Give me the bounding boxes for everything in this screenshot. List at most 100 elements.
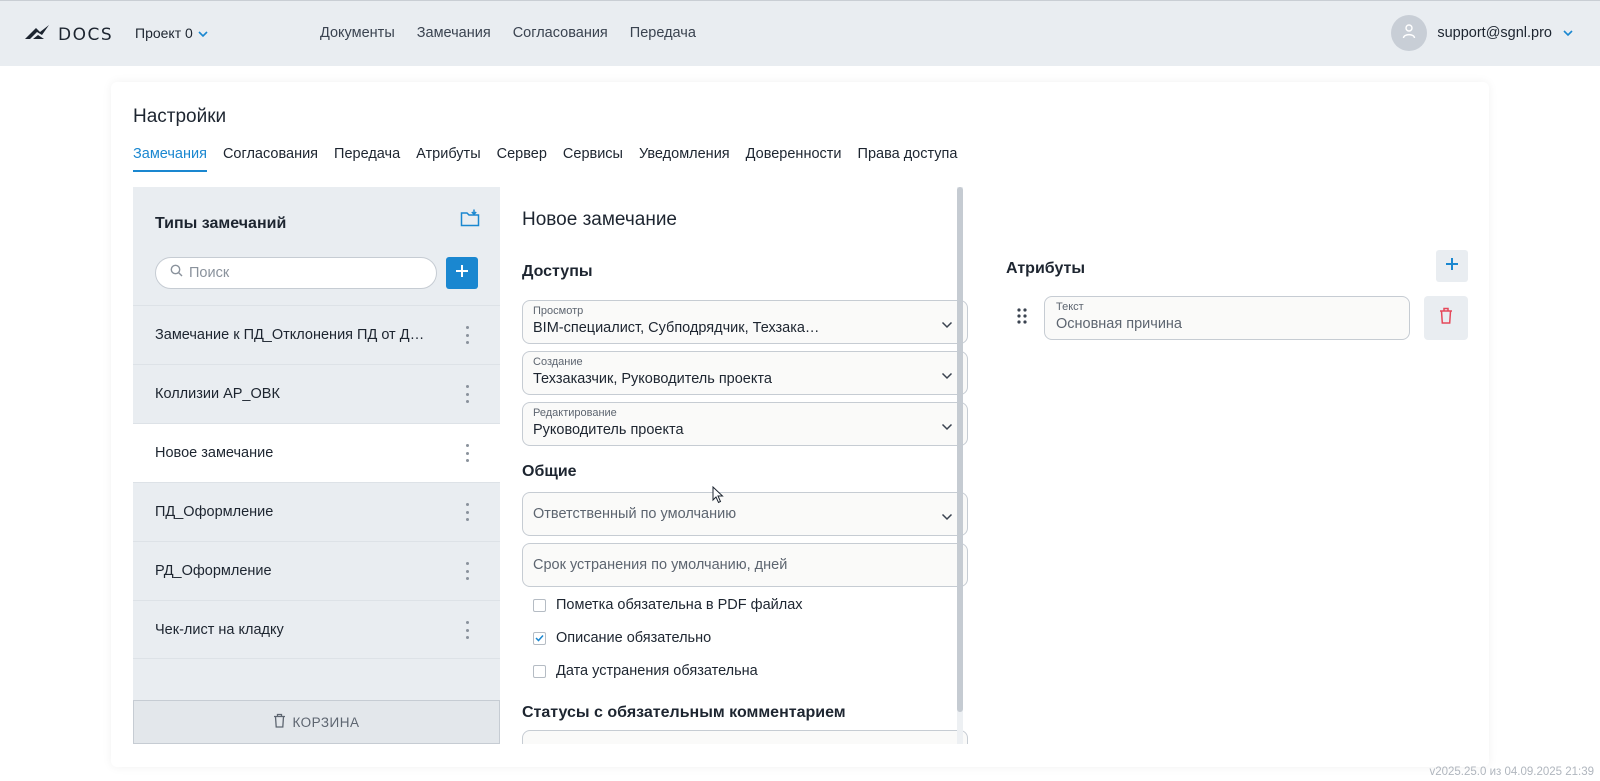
logo-text: DOCS: [58, 24, 114, 45]
nav-remarks[interactable]: Замечания: [417, 25, 491, 41]
project-selector[interactable]: Проект 0: [135, 25, 209, 41]
panel-title: Типы замечаний: [155, 215, 287, 232]
list-item-active[interactable]: Новое замечание: [133, 423, 500, 482]
scrollbar-thumb[interactable]: [957, 187, 963, 712]
field-label: Текст: [1056, 301, 1084, 313]
settings-tabs: Замечания Согласования Передача Атрибуты…: [133, 146, 957, 172]
trash-label: КОРЗИНА: [292, 714, 360, 730]
list-item[interactable]: РД_Оформление: [133, 541, 500, 600]
logo-icon: [24, 23, 50, 46]
field-label: Редактирование: [533, 407, 617, 419]
default-deadline-input[interactable]: Срок устранения по умолчанию, дней: [522, 543, 968, 587]
top-bar: DOCS Проект 0 Документы Замечания Соглас…: [0, 0, 1600, 66]
trash-icon: [273, 713, 286, 731]
trash-button[interactable]: КОРЗИНА: [133, 700, 500, 744]
description-required-checkbox[interactable]: Описание обязательно: [533, 630, 711, 646]
logo[interactable]: DOCS: [24, 23, 113, 46]
field-placeholder: Ответственный по умолчанию: [533, 506, 737, 522]
statuses-select[interactable]: [522, 730, 968, 744]
list-item-label: Чек-лист на кладку: [155, 621, 284, 638]
search-icon: [170, 264, 183, 282]
plus-icon: [1445, 257, 1459, 276]
create-access-select[interactable]: Создание Техзаказчик, Руководитель проек…: [522, 351, 968, 395]
settings-card: Настройки Замечания Согласования Передач…: [111, 82, 1489, 767]
default-responsible-select[interactable]: Ответственный по умолчанию: [522, 492, 968, 536]
import-folder-icon[interactable]: [460, 209, 480, 232]
version-label: v2025.25.0 из 04.09.2025 21:39: [1429, 766, 1594, 778]
field-value: Руководитель проекта: [533, 422, 684, 438]
search-field: [155, 257, 437, 289]
avatar: [1391, 15, 1428, 51]
checkbox-checked[interactable]: [533, 630, 546, 646]
fix-date-required-checkbox[interactable]: Дата устранения обязательна: [533, 663, 758, 679]
nav-approvals[interactable]: Согласования: [513, 25, 608, 41]
tab-server[interactable]: Сервер: [497, 146, 547, 172]
field-label: Создание: [533, 356, 583, 368]
field-value: BIM-специалист, Субподрядчик, Техзаказчи…: [533, 320, 823, 336]
trash-icon: [1439, 307, 1453, 329]
tab-powers-of-attorney[interactable]: Доверенности: [746, 146, 842, 172]
more-icon[interactable]: [464, 621, 470, 639]
more-icon[interactable]: [464, 562, 470, 580]
pdf-mark-required-checkbox[interactable]: Пометка обязательна в PDF файлах: [533, 597, 803, 613]
more-icon[interactable]: [464, 385, 470, 403]
page-title: Настройки: [133, 106, 227, 127]
nav-documents[interactable]: Документы: [320, 25, 395, 41]
list-item[interactable]: Замечание к ПД_Отклонения ПД от Договора: [133, 305, 500, 364]
field-value: Техзаказчик, Руководитель проекта: [533, 371, 772, 387]
list-item[interactable]: Коллизии АР_ОВК: [133, 364, 500, 423]
field-placeholder: Срок устранения по умолчанию, дней: [533, 557, 788, 573]
tab-transfer[interactable]: Передача: [334, 146, 400, 172]
user-menu[interactable]: support@sgnl.pro: [1391, 15, 1574, 51]
plus-icon: [455, 264, 469, 283]
checkbox-unchecked[interactable]: [533, 598, 546, 612]
list-item-label: Новое замечание: [155, 445, 274, 461]
chevron-down-icon: [941, 508, 953, 526]
checkbox-label: Пометка обязательна в PDF файлах: [556, 597, 803, 613]
main-nav: Документы Замечания Согласования Передач…: [320, 25, 696, 41]
chevron-down-icon: [941, 418, 953, 436]
user-email: support@sgnl.pro: [1437, 25, 1552, 41]
field-label: Просмотр: [533, 305, 584, 317]
access-section-title: Доступы: [522, 263, 593, 280]
tab-remarks[interactable]: Замечания: [133, 146, 207, 172]
chevron-down-icon: [941, 367, 953, 385]
nav-transfer[interactable]: Передача: [630, 25, 696, 41]
more-icon[interactable]: [464, 444, 470, 462]
list-item-label: Коллизии АР_ОВК: [155, 386, 280, 402]
search-input[interactable]: [189, 265, 419, 281]
mouse-cursor-icon: [712, 485, 724, 509]
add-type-button[interactable]: [446, 257, 478, 289]
list-item[interactable]: Чек-лист на кладку: [133, 600, 500, 659]
more-icon[interactable]: [464, 326, 470, 344]
remark-type-editor: Новое замечание Доступы Просмотр BIM-спе…: [500, 187, 980, 744]
edit-access-select[interactable]: Редактирование Руководитель проекта: [522, 402, 968, 446]
project-label: Проект 0: [135, 25, 193, 41]
editor-title: Новое замечание: [522, 209, 677, 230]
delete-attribute-button[interactable]: [1424, 296, 1468, 340]
checkbox-unchecked[interactable]: [533, 664, 546, 678]
editor-scrollbar[interactable]: [957, 187, 963, 744]
drag-handle-icon[interactable]: [1017, 308, 1027, 329]
general-section-title: Общие: [522, 463, 577, 480]
statuses-section-title: Статусы с обязательным комментарием: [522, 704, 846, 721]
view-access-select[interactable]: Просмотр BIM-специалист, Субподрядчик, Т…: [522, 300, 968, 344]
list-item-label: ПД_Оформление: [155, 504, 274, 520]
chevron-down-icon: [1562, 25, 1574, 41]
tab-approvals[interactable]: Согласования: [223, 146, 318, 172]
chevron-down-icon: [197, 25, 209, 41]
tab-notifications[interactable]: Уведомления: [639, 146, 730, 172]
tab-attributes[interactable]: Атрибуты: [416, 146, 480, 172]
remark-types-panel: Типы замечаний Замечание к ПД_Отклонения…: [133, 187, 500, 744]
tab-services[interactable]: Сервисы: [563, 146, 623, 172]
checkbox-label: Дата устранения обязательна: [556, 663, 758, 679]
remark-types-list: Замечание к ПД_Отклонения ПД от Договора…: [133, 305, 500, 659]
tab-access-rights[interactable]: Права доступа: [858, 146, 958, 172]
list-item[interactable]: ПД_Оформление: [133, 482, 500, 541]
list-item-label: Замечание к ПД_Отклонения ПД от Договора: [155, 327, 430, 343]
attribute-field[interactable]: Текст Основная причина: [1044, 296, 1410, 340]
user-icon: [1401, 23, 1417, 43]
more-icon[interactable]: [464, 503, 470, 521]
check-icon: [535, 630, 544, 646]
add-attribute-button[interactable]: [1436, 250, 1468, 282]
